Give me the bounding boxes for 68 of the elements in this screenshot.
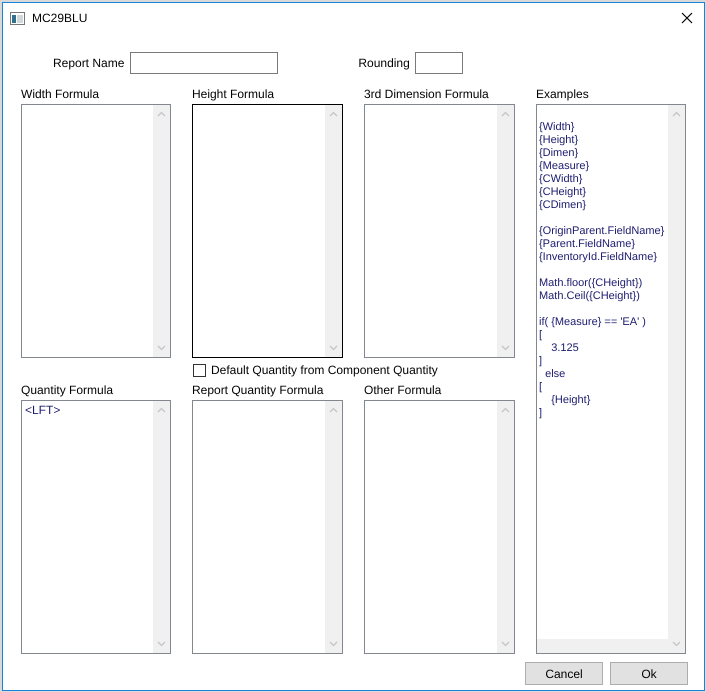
example-line: if( {Measure} == 'EA' ) bbox=[539, 316, 647, 329]
window-icon bbox=[10, 12, 25, 24]
example-line: {Height} bbox=[550, 394, 592, 407]
example-line: else bbox=[544, 368, 566, 381]
example-line: {Dimen} bbox=[539, 147, 580, 160]
scroll-up-icon[interactable] bbox=[501, 407, 510, 413]
formula-field[interactable] bbox=[192, 104, 343, 358]
scrollbar[interactable] bbox=[325, 401, 342, 653]
example-line: {CWidth} bbox=[539, 173, 584, 186]
cancel-button[interactable]: Cancel bbox=[525, 662, 603, 685]
scrollbar[interactable] bbox=[325, 105, 342, 357]
example-line: ] bbox=[539, 355, 544, 368]
horizontal-scrollbar[interactable] bbox=[537, 639, 668, 653]
scroll-up-icon[interactable] bbox=[672, 111, 681, 117]
scrollbar[interactable] bbox=[668, 105, 685, 653]
close-icon[interactable] bbox=[681, 12, 693, 24]
field-label: Height Formula bbox=[192, 86, 276, 102]
scrollbar[interactable] bbox=[153, 105, 170, 357]
field-label: 3rd Dimension Formula bbox=[364, 86, 490, 102]
scrollbar[interactable] bbox=[497, 105, 514, 357]
checkbox[interactable] bbox=[193, 364, 206, 376]
formula-field[interactable]: <LFT> bbox=[21, 400, 171, 654]
formula-field[interactable] bbox=[364, 104, 515, 358]
example-line: ] bbox=[539, 407, 544, 420]
scroll-down-icon[interactable] bbox=[329, 345, 338, 351]
ok-button[interactable]: Ok bbox=[610, 662, 688, 685]
scroll-down-icon[interactable] bbox=[329, 641, 338, 647]
examples-field[interactable] bbox=[536, 104, 686, 654]
checkbox-label[interactable]: Default Quantity from Component Quantity bbox=[211, 363, 438, 377]
report-name-label: Report Name bbox=[53, 56, 124, 70]
example-line: {InventoryId.FieldName} bbox=[539, 251, 658, 264]
formula-field[interactable] bbox=[21, 104, 171, 358]
scroll-up-icon[interactable] bbox=[329, 407, 338, 413]
scroll-down-icon[interactable] bbox=[157, 345, 166, 351]
example-line: [ bbox=[539, 381, 544, 394]
example-line: [ bbox=[539, 329, 544, 342]
field-label: Other Formula bbox=[364, 382, 442, 398]
rounding-field[interactable] bbox=[414, 52, 463, 74]
scroll-down-icon[interactable] bbox=[157, 641, 166, 647]
example-line: {Height} bbox=[539, 134, 580, 147]
field-label: Width Formula bbox=[21, 86, 100, 102]
scroll-up-icon[interactable] bbox=[157, 407, 166, 413]
scroll-down-icon[interactable] bbox=[501, 345, 510, 351]
example-line: Math.Ceil({CHeight}) bbox=[539, 290, 641, 303]
scrollbar[interactable] bbox=[153, 401, 170, 653]
formula-field[interactable] bbox=[192, 400, 343, 654]
field-label: Examples bbox=[536, 86, 590, 102]
scroll-down-icon[interactable] bbox=[672, 641, 681, 647]
field-label: Quantity Formula bbox=[21, 382, 114, 398]
scroll-up-icon[interactable] bbox=[501, 111, 510, 117]
window-title: MC29BLU bbox=[32, 11, 88, 25]
field-value: <LFT> bbox=[25, 403, 60, 417]
example-line: {OriginParent.FieldName} bbox=[539, 225, 666, 238]
field-label: Report Quantity Formula bbox=[192, 382, 324, 398]
example-line: {Measure} bbox=[539, 160, 590, 173]
scroll-up-icon[interactable] bbox=[329, 111, 338, 117]
example-line: {Width} bbox=[539, 121, 576, 134]
example-line: {CHeight} bbox=[539, 186, 588, 199]
scroll-up-icon[interactable] bbox=[157, 111, 166, 117]
example-line: 3.125 bbox=[550, 342, 580, 355]
formula-field[interactable] bbox=[364, 400, 515, 654]
example-line: Math.floor({CHeight}) bbox=[539, 277, 644, 290]
scrollbar[interactable] bbox=[497, 401, 514, 653]
report-name-field[interactable] bbox=[130, 52, 278, 74]
rounding-label: Rounding bbox=[358, 56, 410, 70]
scroll-down-icon[interactable] bbox=[501, 641, 510, 647]
example-line: {Parent.FieldName} bbox=[539, 238, 636, 251]
example-line: {CDimen} bbox=[539, 199, 588, 212]
